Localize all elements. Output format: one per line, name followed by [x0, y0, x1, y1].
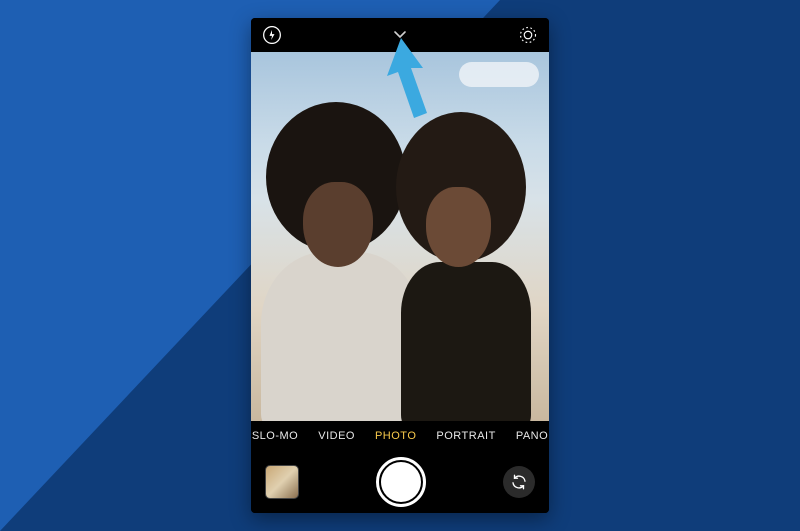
shutter-inner [381, 462, 421, 502]
mode-portrait[interactable]: PORTRAIT [436, 430, 495, 442]
camera-viewfinder[interactable] [251, 52, 549, 421]
flash-icon[interactable] [261, 24, 283, 46]
photo-content [303, 182, 373, 267]
camera-options-chevron-icon[interactable] [393, 28, 407, 42]
camera-topbar [251, 18, 549, 52]
phone-screen: SLO-MO VIDEO PHOTO PORTRAIT PANO [251, 18, 549, 513]
mode-pano[interactable]: PANO [516, 430, 548, 442]
photo-content [401, 262, 531, 421]
photo-content [426, 187, 491, 267]
last-photo-thumbnail[interactable] [265, 465, 299, 499]
photo-content [459, 62, 539, 87]
shutter-button[interactable] [376, 457, 426, 507]
mode-slomo[interactable]: SLO-MO [252, 430, 298, 442]
live-photo-icon[interactable] [517, 24, 539, 46]
switch-camera-button[interactable] [503, 466, 535, 498]
photo-content [261, 252, 421, 421]
mode-photo[interactable]: PHOTO [375, 430, 416, 442]
camera-bottombar [251, 451, 549, 513]
mode-video[interactable]: VIDEO [318, 430, 355, 442]
camera-mode-selector[interactable]: SLO-MO VIDEO PHOTO PORTRAIT PANO [251, 421, 549, 451]
